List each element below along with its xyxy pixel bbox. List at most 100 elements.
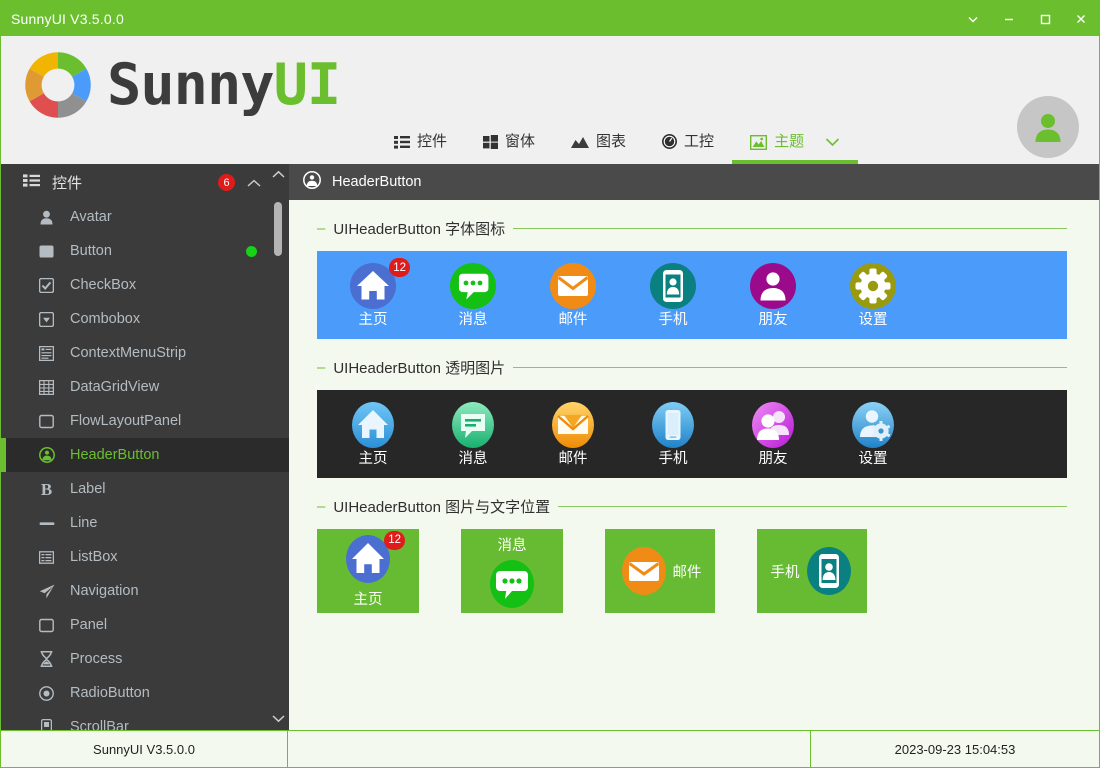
sidebar-header-label: 控件 [52, 172, 82, 193]
mail-icon [619, 546, 669, 596]
square-filled-icon [37, 244, 56, 259]
sidebar-item-checkbox[interactable]: CheckBox [1, 268, 289, 302]
phone-icon [804, 546, 854, 596]
sidebar-item-process[interactable]: Process [1, 642, 289, 676]
sidebar-header[interactable]: 控件 6 [1, 164, 289, 200]
header-button-label: 设置 [859, 313, 888, 329]
tile-button-phone[interactable]: 手机 [757, 529, 867, 613]
sidebar-item-scrollbar[interactable]: ScrollBar [1, 710, 289, 730]
image-icon [750, 135, 767, 150]
header-button-message[interactable]: 消息 [423, 253, 523, 337]
sidebar: 控件 6 Avatar Button [1, 164, 289, 730]
header-button-mail[interactable]: 邮件 [523, 392, 623, 476]
close-button[interactable] [1063, 1, 1099, 36]
status-middle [288, 731, 811, 767]
sidebar-item-navigation[interactable]: Navigation [1, 574, 289, 608]
chevron-down-icon[interactable] [272, 710, 285, 728]
sidebar-item-button[interactable]: Button [1, 234, 289, 268]
sidebar-item-label: ListBox [70, 549, 118, 565]
application-window: SunnyUI V3.5.0.0 [0, 0, 1100, 768]
user-settings-icon [848, 400, 898, 450]
sidebar-item-line[interactable]: Line [1, 506, 289, 540]
header-button-message[interactable]: 消息 [423, 392, 523, 476]
person-icon [37, 210, 56, 225]
section-header-image-text-position: – UIHeaderButton 图片与文字位置 [317, 496, 1067, 517]
friends-icon [748, 400, 798, 450]
nav-item-forms[interactable]: 窗体 [465, 120, 553, 164]
tile-button-home[interactable]: 12 主页 [317, 529, 419, 613]
maximize-button[interactable] [1027, 1, 1063, 36]
sidebar-item-combobox[interactable]: Combobox [1, 302, 289, 336]
header-button-icon [37, 447, 56, 463]
header-button-friends[interactable]: 朋友 [723, 392, 823, 476]
sidebar-item-label: HeaderButton [70, 447, 159, 463]
status-bar: SunnyUI V3.5.0.0 2023-09-23 15:04:53 [1, 730, 1099, 767]
list-icon [23, 174, 40, 191]
sidebar-item-label: ScrollBar [70, 719, 129, 730]
chevron-up-icon[interactable] [272, 166, 285, 184]
nav-item-controls[interactable]: 控件 [376, 120, 465, 164]
section-dash: – [317, 220, 325, 237]
chart-icon [571, 135, 589, 149]
section-header-font-icons: – UIHeaderButton 字体图标 [317, 218, 1067, 239]
nav-item-industrial[interactable]: 工控 [644, 120, 732, 164]
main-nav: 控件 窗体 图表 [376, 120, 858, 164]
sidebar-item-label: Combobox [70, 311, 140, 327]
chevron-down-icon[interactable] [825, 137, 840, 147]
header-button-mobile[interactable]: 手机 [623, 392, 723, 476]
section-header-transparent-images: – UIHeaderButton 透明图片 [317, 357, 1067, 378]
tile-button-mail[interactable]: 邮件 [605, 529, 715, 613]
paper-plane-icon [37, 584, 56, 599]
minimize-button[interactable] [991, 1, 1027, 36]
header-button-mail[interactable]: 邮件 [523, 253, 623, 337]
sidebar-item-contextmenustrip[interactable]: ContextMenuStrip [1, 336, 289, 370]
app-body: 控件 6 Avatar Button [1, 164, 1099, 730]
section-title: UIHeaderButton 透明图片 [333, 357, 505, 378]
section-dash: – [317, 359, 325, 376]
app-header: SunnyUI 控件 [1, 36, 1099, 164]
header-button-label: 手机 [659, 313, 688, 329]
sidebar-item-listbox[interactable]: ListBox [1, 540, 289, 574]
scrollbar-track[interactable] [270, 184, 286, 710]
square-outline-icon [37, 618, 56, 633]
header-button-label: 手机 [659, 452, 688, 468]
header-button-friend[interactable]: 朋友 [723, 253, 823, 337]
chat-icon [448, 261, 498, 311]
content-header: HeaderButton [289, 164, 1099, 200]
tile-button-message[interactable]: 消息 [461, 529, 563, 613]
home-icon: 12 [348, 261, 398, 311]
header-button-label: 朋友 [759, 313, 788, 329]
scrollbar-thumb[interactable] [274, 202, 282, 256]
mobile-icon [648, 400, 698, 450]
window-title: SunnyUI V3.5.0.0 [1, 11, 124, 27]
sidebar-item-radiobutton[interactable]: RadioButton [1, 676, 289, 710]
sidebar-item-panel[interactable]: Panel [1, 608, 289, 642]
badge: 12 [389, 258, 410, 277]
sidebar-item-label[interactable]: B Label [1, 472, 289, 506]
header-button-home[interactable]: 12 主页 [323, 253, 423, 337]
header-button-home[interactable]: 主页 [323, 392, 423, 476]
section-title: UIHeaderButton 字体图标 [333, 218, 505, 239]
sidebar-item-avatar[interactable]: Avatar [1, 200, 289, 234]
section-title: UIHeaderButton 图片与文字位置 [333, 496, 550, 517]
sidebar-item-label: Process [70, 651, 122, 667]
sidebar-item-flowlayoutpanel[interactable]: FlowLayoutPanel [1, 404, 289, 438]
sidebar-item-headerbutton[interactable]: HeaderButton [1, 438, 289, 472]
header-button-label: 邮件 [559, 452, 588, 468]
avatar[interactable] [1017, 96, 1079, 158]
header-button-settings[interactable]: 设置 [823, 253, 923, 337]
nav-item-charts[interactable]: 图表 [553, 120, 644, 164]
nav-item-theme[interactable]: 主题 [732, 120, 858, 164]
chevron-up-icon[interactable] [247, 175, 261, 192]
page-title: HeaderButton [332, 174, 421, 190]
chevron-down-icon[interactable] [955, 1, 991, 36]
friend-icon [748, 261, 798, 311]
sidebar-scrollbar[interactable] [270, 166, 286, 728]
nav-label: 控件 [417, 134, 447, 151]
status-timestamp: 2023-09-23 15:04:53 [811, 731, 1099, 767]
header-button-phone[interactable]: 手机 [623, 253, 723, 337]
sidebar-item-datagridview[interactable]: DataGridView [1, 370, 289, 404]
sidebar-item-label: DataGridView [70, 379, 159, 395]
home-icon: 12 [343, 534, 393, 584]
header-button-user-settings[interactable]: 设置 [823, 392, 923, 476]
